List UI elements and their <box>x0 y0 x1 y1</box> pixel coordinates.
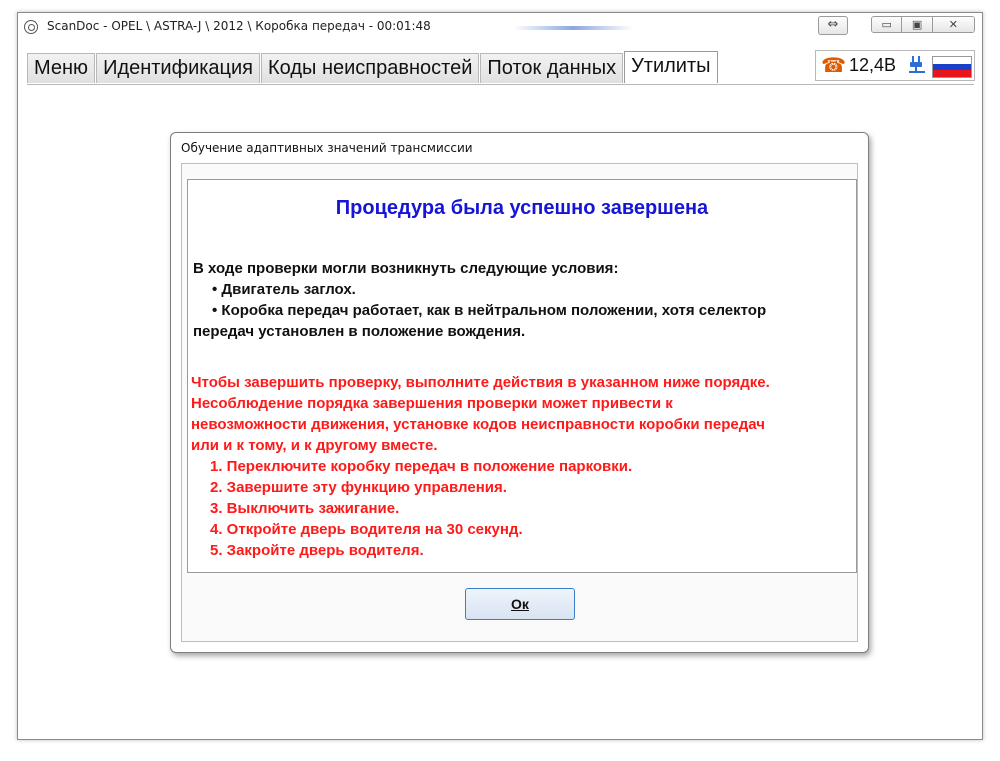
step-item: 1. Переключите коробку передач в положен… <box>210 458 633 475</box>
title-bar[interactable]: ScanDoc - OPEL \ ASTRA-J \ 2012 \ Коробк… <box>18 13 982 45</box>
main-window: ScanDoc - OPEL \ ASTRA-J \ 2012 \ Коробк… <box>17 12 983 740</box>
warning-line: Чтобы завершить проверку, выполните дейс… <box>191 374 770 391</box>
caption-buttons: ▭ ▣ ✕ <box>871 16 975 33</box>
close-button[interactable]: ✕ <box>932 17 974 32</box>
ok-button[interactable]: Ок <box>465 588 575 620</box>
close-icon: ✕ <box>948 18 958 31</box>
conditions-block: В ходе проверки могли возникнуть следующ… <box>193 258 848 342</box>
warning-line: или и к тому, и к другому вместе. <box>191 437 438 454</box>
message-box: Процедура была успешно завершена В ходе … <box>187 179 857 573</box>
step-item: 5. Закройте дверь водителя. <box>210 542 424 559</box>
adaptive-learning-dialog: Обучение адаптивных значений трансмиссии… <box>170 132 869 653</box>
status-panel: ☎ 12,4В <box>815 50 975 81</box>
step-item: 3. Выключить зажигание. <box>210 500 400 517</box>
conditions-intro: В ходе проверки могли возникнуть следующ… <box>193 260 619 277</box>
step-item: 4. Откройте дверь водителя на 30 секунд. <box>210 521 523 538</box>
maximize-icon: ▣ <box>911 18 923 31</box>
battery-voltage: 12,4В <box>849 55 897 75</box>
flag-stripe <box>933 57 971 64</box>
tab-fault-codes[interactable]: Коды неисправностей <box>261 53 480 83</box>
tab-menu[interactable]: Меню <box>27 53 96 83</box>
tab-data-stream[interactable]: Поток данных <box>480 53 624 83</box>
condition-item: • Коробка передач работает, как в нейтра… <box>212 302 767 319</box>
tab-utilities[interactable]: Утилиты <box>624 51 718 83</box>
flag-stripe <box>933 63 971 71</box>
phone-icon: ☎ <box>821 53 846 77</box>
minimize-icon: ▭ <box>881 18 892 31</box>
resize-button[interactable]: ⇔ <box>818 16 848 35</box>
minimize-button[interactable]: ▭ <box>872 17 903 32</box>
tab-identification[interactable]: Идентификация <box>96 53 261 83</box>
app-icon <box>24 20 38 34</box>
flag-stripe <box>933 70 971 77</box>
dialog-title: Обучение адаптивных значений трансмиссии <box>181 141 473 155</box>
result-heading: Процедура была успешно завершена <box>335 197 709 219</box>
dialog-frame: Процедура была успешно завершена В ходе … <box>181 163 858 642</box>
warning-block: Чтобы завершить проверку, выполните дейс… <box>191 372 851 561</box>
resize-icon: ⇔ <box>827 17 839 32</box>
title-glow-decoration <box>513 26 633 30</box>
maximize-button[interactable]: ▣ <box>902 17 933 32</box>
language-flag-icon[interactable] <box>932 56 972 78</box>
warning-line: Несоблюдение порядка завершения проверки… <box>191 395 673 412</box>
window-title: ScanDoc - OPEL \ ASTRA-J \ 2012 \ Коробк… <box>47 19 431 33</box>
condition-item-continued: передач установлен в положение вождения. <box>193 323 526 340</box>
main-tabs: Меню Идентификация Коды неисправностей П… <box>27 51 719 84</box>
tab-divider <box>27 84 974 85</box>
warning-line: невозможности движения, установке кодов … <box>191 416 765 433</box>
condition-item: • Двигатель заглох. <box>212 281 356 298</box>
plug-icon <box>908 54 926 79</box>
step-item: 2. Завершите эту функцию управления. <box>210 479 507 496</box>
